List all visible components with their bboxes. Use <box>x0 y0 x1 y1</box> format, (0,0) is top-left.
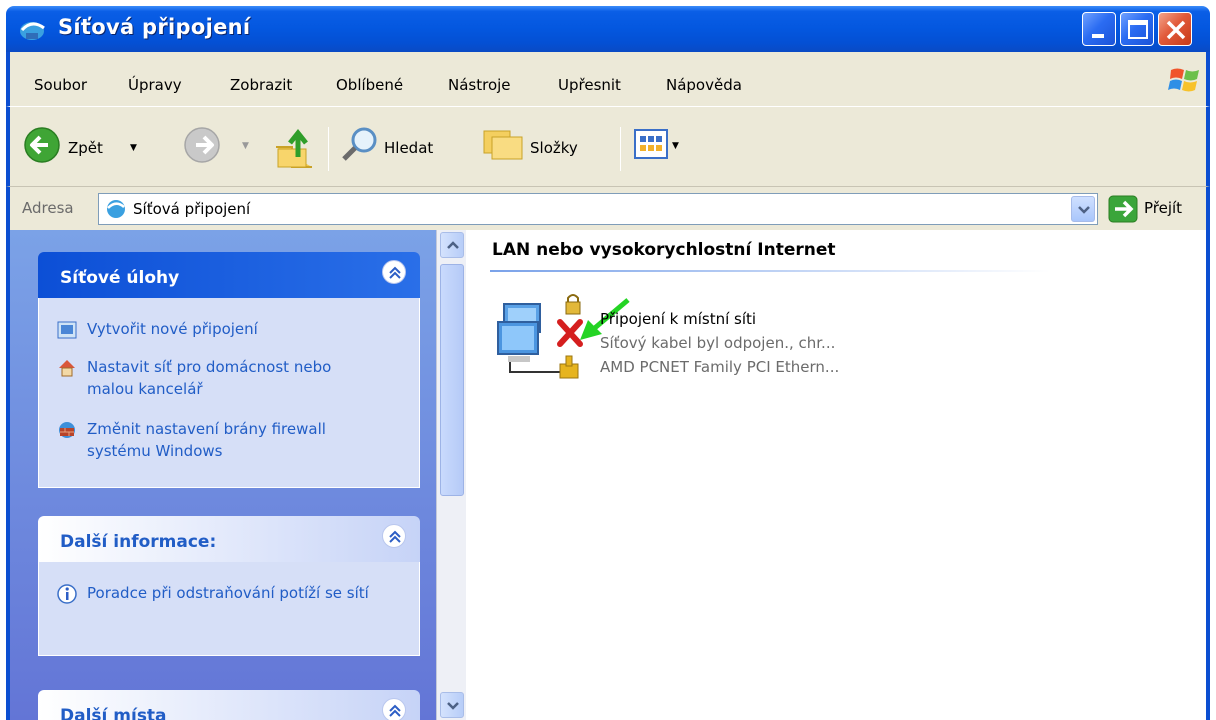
back-label: Zpět <box>68 139 103 157</box>
menu-view[interactable]: Zobrazit <box>230 76 292 94</box>
chevron-up-double-icon <box>389 530 401 543</box>
menu-advanced[interactable]: Upřesnit <box>558 76 621 94</box>
menu-file[interactable]: Soubor <box>34 76 87 94</box>
chevron-down-icon <box>447 702 459 710</box>
forward-dropdown-icon[interactable]: ▼ <box>242 141 249 151</box>
address-input[interactable]: Síťová připojení <box>98 193 1098 225</box>
close-icon <box>1166 20 1186 40</box>
places-header[interactable]: Další místa <box>38 690 420 720</box>
address-dropdown-button[interactable] <box>1071 196 1095 222</box>
search-button[interactable]: Hledat <box>340 123 470 171</box>
folders-button[interactable]: Složky <box>482 123 614 171</box>
menu-help[interactable]: Nápověda <box>666 76 742 94</box>
firewall-icon <box>59 422 75 438</box>
views-icon <box>634 129 668 159</box>
info-panel: Další informace: Poradce při odstraňován… <box>38 516 420 656</box>
title-bar[interactable]: Síťová připojení <box>6 6 1210 52</box>
forward-button[interactable]: ▼ <box>182 125 262 171</box>
network-connections-icon <box>107 200 125 218</box>
task-label: Nastavit síť pro domácnost nebo malou ka… <box>87 358 332 398</box>
back-arrow-icon <box>24 127 60 163</box>
back-button[interactable]: Zpět ▼ <box>18 121 178 171</box>
close-button[interactable] <box>1158 12 1192 46</box>
minimize-button[interactable] <box>1082 12 1116 46</box>
folders-icon <box>483 130 523 160</box>
address-bar: Adresa Síťová připojení Přejít <box>6 186 1210 230</box>
task-pane-scrollbar[interactable] <box>436 230 466 720</box>
network-tasks-title: Síťové úlohy <box>60 268 180 288</box>
go-button[interactable]: Přejít <box>1144 199 1182 217</box>
up-folder-icon[interactable] <box>272 127 316 171</box>
search-icon <box>342 127 377 161</box>
collapse-button[interactable] <box>382 698 406 720</box>
menu-tools[interactable]: Nástroje <box>448 76 511 94</box>
toolbar: Zpět ▼ ▼ Hledat Složky ▼ <box>6 106 1210 186</box>
go-arrow-icon[interactable] <box>1108 195 1138 223</box>
content-area: LAN nebo vysokorychlostní Internet Připo… <box>466 230 1210 720</box>
back-dropdown-icon[interactable]: ▼ <box>130 143 137 153</box>
new-connection-icon <box>57 321 77 339</box>
maximize-button[interactable] <box>1120 12 1154 46</box>
places-title: Další místa <box>60 706 167 720</box>
task-label: Vytvořit nové připojení <box>87 320 258 338</box>
address-label: Adresa <box>22 199 74 217</box>
collapse-button[interactable] <box>382 524 406 548</box>
chevron-up-icon <box>447 241 459 249</box>
menu-bar: Soubor Úpravy Zobrazit Oblíbené Nástroje… <box>6 52 1210 106</box>
task-label: Změnit nastavení brány firewall systému … <box>87 420 326 460</box>
forward-arrow-icon <box>184 127 220 163</box>
group-title: LAN nebo vysokorychlostní Internet <box>492 240 836 260</box>
connection-name: Připojení k místní síti <box>600 310 757 328</box>
chevron-up-double-icon <box>389 704 401 717</box>
network-tasks-panel: Síťové úlohy Vytvořit nové připojení Nas… <box>38 252 420 488</box>
chevron-down-icon <box>1078 206 1090 214</box>
chevron-up-double-icon <box>389 266 401 279</box>
menu-edit[interactable]: Úpravy <box>128 76 182 94</box>
info-header[interactable]: Další informace: <box>38 516 420 562</box>
connection-device: AMD PCNET Family PCI Ethern... <box>600 358 840 376</box>
window-title: Síťová připojení <box>58 15 251 39</box>
connection-status: Síťový kabel byl odpojen., chr... <box>600 334 836 352</box>
info-title: Další informace: <box>60 532 217 552</box>
search-label: Hledat <box>384 139 434 157</box>
info-icon <box>57 584 77 604</box>
task-pane: Síťové úlohy Vytvořit nové připojení Nas… <box>6 230 436 720</box>
network-connections-icon <box>20 22 45 40</box>
home-network-icon <box>59 360 75 377</box>
folders-label: Složky <box>530 139 578 157</box>
scroll-up-button[interactable] <box>440 232 464 258</box>
collapse-button[interactable] <box>382 260 406 284</box>
views-dropdown-icon[interactable]: ▼ <box>672 141 679 151</box>
address-value: Síťová připojení <box>133 200 251 218</box>
task-label: Poradce při odstraňování potíží se sítí <box>87 584 369 602</box>
group-divider <box>490 270 1050 272</box>
minimize-icon <box>1092 34 1104 38</box>
places-panel: Další místa <box>38 690 420 720</box>
network-tasks-header[interactable]: Síťové úlohy <box>38 252 420 298</box>
scroll-thumb[interactable] <box>440 264 464 496</box>
maximize-icon <box>1128 20 1148 39</box>
views-button[interactable]: ▼ <box>632 125 702 169</box>
scroll-down-button[interactable] <box>440 692 464 718</box>
menu-favorites[interactable]: Oblíbené <box>336 76 403 94</box>
windows-logo-icon <box>1168 68 1199 92</box>
